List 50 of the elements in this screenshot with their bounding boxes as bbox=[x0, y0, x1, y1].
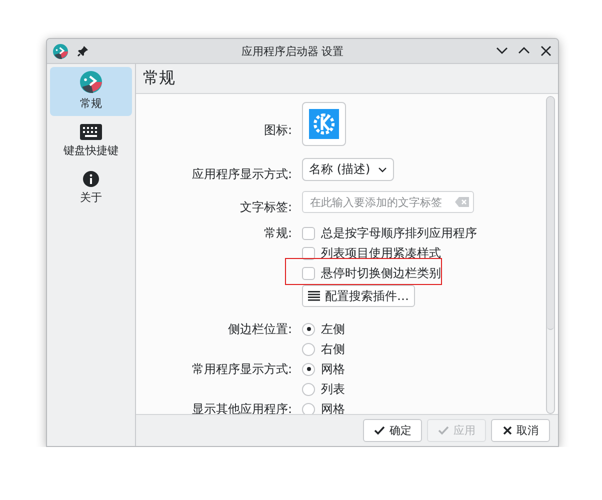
option-label: 左侧 bbox=[321, 320, 345, 338]
sidebar-item[interactable]: 常规 bbox=[50, 67, 132, 116]
field-label: 图标: bbox=[264, 122, 292, 136]
checkbox[interactable] bbox=[302, 246, 315, 260]
check-icon bbox=[374, 426, 384, 435]
kde-logo-icon bbox=[309, 109, 339, 139]
field-label: 侧边栏位置: bbox=[228, 322, 292, 336]
check-icon bbox=[438, 426, 448, 435]
info-icon bbox=[83, 171, 99, 187]
page-title: 常规 bbox=[143, 68, 175, 89]
field-label: 应用程序显示方式: bbox=[192, 167, 292, 181]
close-icon[interactable] bbox=[540, 45, 552, 57]
text-label-field[interactable]: 在此输入要添加的文字标签 bbox=[302, 191, 474, 213]
checkbox[interactable] bbox=[302, 226, 315, 240]
option-label: 网格 bbox=[321, 400, 345, 414]
dialog-button[interactable]: 确定 bbox=[363, 419, 422, 442]
keyboard-icon bbox=[80, 124, 102, 140]
radio-button[interactable] bbox=[302, 382, 315, 396]
radio-button[interactable] bbox=[302, 362, 315, 376]
sidebar-label: 关于 bbox=[80, 190, 102, 205]
field-label: 常用程序显示方式: bbox=[192, 362, 292, 376]
option-label: 网格 bbox=[321, 360, 345, 378]
field-label: 常规: bbox=[264, 226, 292, 240]
window-title: 应用程序启动器 设置 bbox=[240, 44, 345, 58]
radio-button[interactable] bbox=[302, 322, 315, 336]
list-icon bbox=[308, 291, 320, 301]
field-label: 文字标签: bbox=[240, 200, 292, 214]
display-dropdown[interactable]: 名称 (描述) bbox=[302, 158, 394, 181]
sidebar-label: 常规 bbox=[80, 96, 102, 111]
radio-button[interactable] bbox=[302, 342, 315, 356]
sidebar-item[interactable]: 键盘快捷键 bbox=[50, 120, 132, 163]
configure-button[interactable]: 配置搜索插件… bbox=[302, 285, 415, 307]
clear-icon bbox=[455, 197, 469, 207]
option-label: 列表 bbox=[321, 380, 345, 398]
sidebar-label: 键盘快捷键 bbox=[64, 143, 118, 158]
scrollbar[interactable] bbox=[546, 96, 555, 414]
option-label: 悬停时切换侧边栏类别 bbox=[321, 264, 441, 282]
dialog-button[interactable]: 取消 bbox=[491, 419, 550, 442]
chevron-down-icon bbox=[378, 166, 388, 172]
close-icon bbox=[502, 426, 512, 435]
app-logo-icon bbox=[80, 71, 102, 93]
option-label: 总是按字母顺序排列应用程序 bbox=[321, 224, 477, 242]
app-logo-icon[interactable] bbox=[53, 44, 68, 58]
scrollbar-thumb[interactable] bbox=[547, 97, 554, 330]
option-label: 右侧 bbox=[321, 340, 345, 358]
radio-button[interactable] bbox=[302, 402, 315, 414]
sidebar-item[interactable]: 关于 bbox=[50, 167, 132, 210]
checkbox[interactable] bbox=[302, 266, 315, 280]
icon-button[interactable] bbox=[302, 102, 346, 146]
pin-icon bbox=[77, 45, 89, 57]
